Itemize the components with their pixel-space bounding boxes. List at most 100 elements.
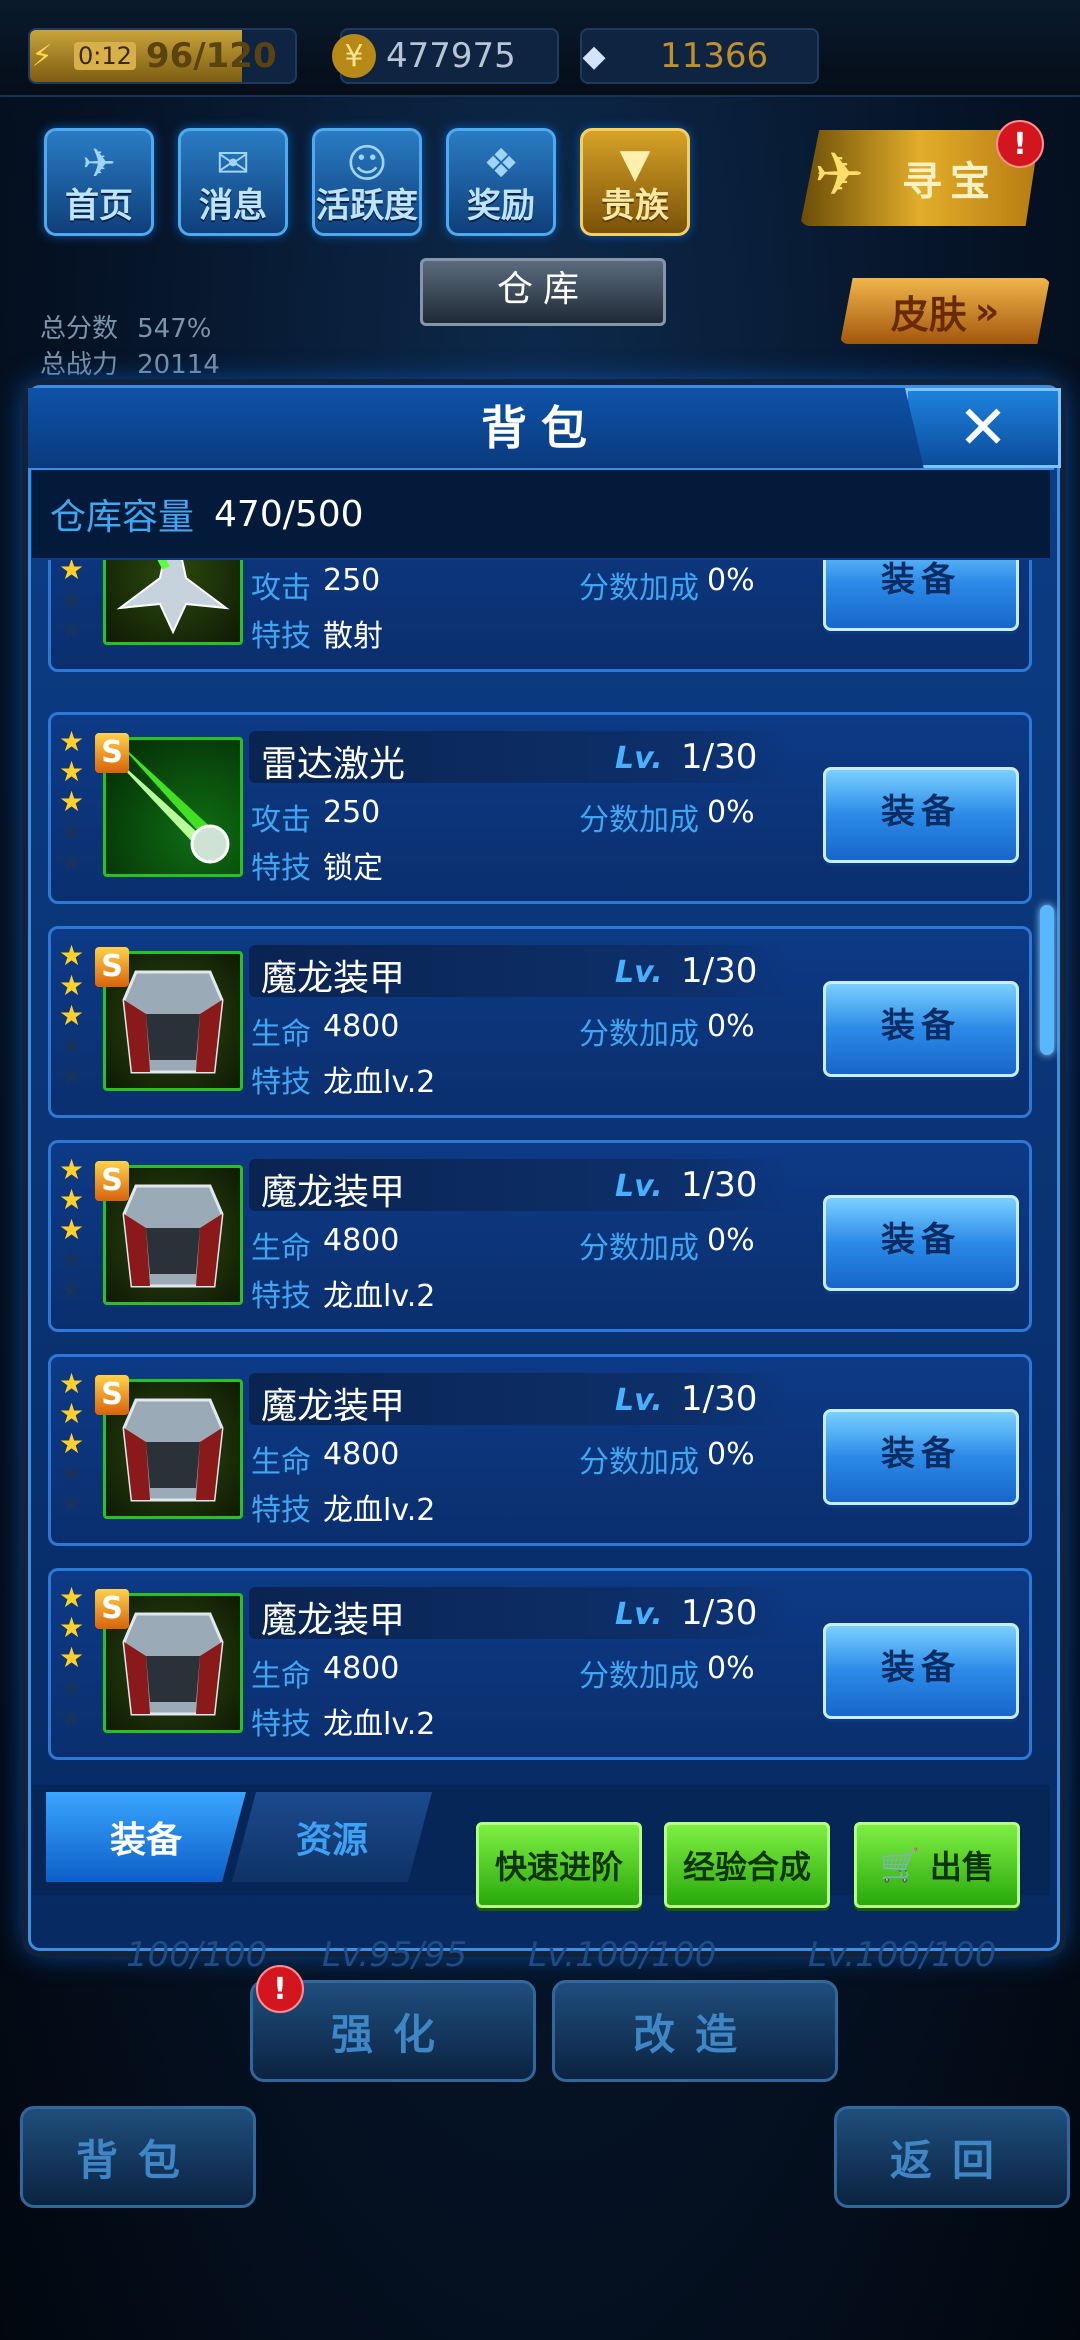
skill-label: 特技 — [251, 1065, 311, 1100]
skill-label: 特技 — [251, 1493, 311, 1528]
skill-label: 特技 — [251, 619, 311, 654]
nav-noble-button[interactable]: ▼ 贵族 — [580, 128, 690, 236]
star-icon: ★ — [59, 583, 85, 616]
tab-equipment[interactable]: 装备 — [46, 1792, 246, 1882]
equip-button[interactable]: 装备 — [823, 1623, 1019, 1719]
bg-level-4: Lv.100/100 — [808, 1935, 997, 1975]
equip-button[interactable]: 装备 — [823, 560, 1019, 631]
item-name: 雷达激光 — [261, 744, 406, 785]
diamond-icon: ◆ — [582, 38, 606, 74]
skill-value: 散射 — [323, 619, 383, 654]
total-power-label: 总战力 — [40, 350, 119, 380]
cart-icon: 🛒 — [880, 1846, 920, 1884]
star-rating: ★★★★★ — [59, 1155, 89, 1305]
star-rating: ★★★★★ — [59, 1583, 89, 1733]
bonus-value: 0% — [707, 563, 755, 598]
tab-resources[interactable]: 资源 — [232, 1792, 432, 1882]
level-value: 1/30 — [681, 1593, 758, 1633]
list-scrollbar[interactable] — [1040, 905, 1054, 1055]
level-label: Lv. — [615, 741, 663, 776]
bonus-value: 0% — [707, 795, 755, 830]
exp-synthesis-button[interactable]: 经验合成 — [664, 1822, 830, 1908]
close-button[interactable]: ✕ — [905, 388, 1061, 468]
bonus-label: 分数加成 — [579, 571, 699, 606]
stat-value: 4800 — [323, 1651, 400, 1686]
nav-home-button[interactable]: ✈ 首页 — [44, 128, 154, 236]
sell-label: 出售 — [929, 1848, 994, 1886]
equip-button[interactable]: 装备 — [823, 767, 1019, 863]
warehouse-tab[interactable]: 仓库 — [420, 258, 666, 326]
bonus-label: 分数加成 — [579, 1659, 699, 1694]
star-icon: ★ — [59, 939, 85, 972]
stat-label: 生命 — [251, 1231, 311, 1266]
item-card[interactable]: ★★★★★ S Lv. 攻击 250 分数加成 0% 特技 散射 装备 — [48, 560, 1032, 672]
stat-value: 250 — [323, 795, 381, 830]
bonus-value: 0% — [707, 1437, 755, 1472]
skill-value: 锁定 — [323, 851, 383, 886]
item-list[interactable]: ★★★★★ S Lv. 攻击 250 分数加成 0% 特技 散射 装备 ★★★★… — [40, 560, 1040, 1760]
bonus-label: 分数加成 — [579, 1231, 699, 1266]
item-name: 魔龙装甲 — [261, 1386, 406, 1427]
modal-title: 背包 — [28, 388, 1054, 470]
total-power-value: 20114 — [137, 350, 220, 380]
stat-label: 生命 — [251, 1445, 311, 1480]
gift-icon: ❖ — [483, 141, 519, 187]
skill-value: 龙血lv.2 — [323, 1065, 436, 1100]
equip-button[interactable]: 装备 — [823, 1195, 1019, 1291]
quick-advance-button[interactable]: 快速进阶 — [476, 1822, 642, 1908]
level-label: Lv. — [615, 1597, 663, 1632]
diamond-value: 11366 — [660, 36, 769, 76]
remake-button[interactable]: 改造 — [552, 1980, 838, 2082]
star-icon: ★ — [59, 560, 85, 586]
skill-value: 龙血lv.2 — [323, 1279, 436, 1314]
gold-coin-icon: ¥ — [332, 34, 376, 78]
equip-button[interactable]: 装备 — [823, 1409, 1019, 1505]
star-icon: ★ — [59, 969, 85, 1002]
star-icon: ★ — [59, 1243, 85, 1276]
item-name: 魔龙装甲 — [261, 1172, 406, 1213]
nav-activity-button[interactable]: ☺ 活跃度 — [312, 128, 422, 236]
diamond-counter[interactable]: ◆ 11366 — [580, 28, 819, 84]
item-card[interactable]: ★ ★ ★ ★ ★ S 魔龙装甲 Lv. 1/30 生命 4800 分数加成 0% 特技… — [48, 1568, 1032, 1760]
treasure-label: 寻宝 — [902, 159, 998, 205]
back-button[interactable]: 返回 — [834, 2106, 1070, 2208]
level-label: Lv. — [615, 955, 663, 990]
bg-level-1: 100/100 — [126, 1935, 268, 1975]
star-icon: ★ — [59, 1457, 85, 1490]
item-name: 魔龙装甲 — [261, 958, 406, 999]
stat-value: 4800 — [323, 1223, 400, 1258]
item-card[interactable]: ★ ★ ★ ★ ★ S 魔龙装甲 Lv. 1/30 生命 4800 分数加成 0% 特技… — [48, 1140, 1032, 1332]
star-icon: ★ — [59, 845, 85, 878]
equip-button[interactable]: 装备 — [823, 981, 1019, 1077]
stat-value: 4800 — [323, 1437, 400, 1472]
capacity-row: 仓库容量 470/500 — [32, 470, 1050, 558]
item-card[interactable]: ★ ★ ★ ★ ★ S 魔龙装甲 Lv. 1/30 生命 4800 分数加成 0% 特技… — [48, 1354, 1032, 1546]
skin-button[interactable]: 皮肤 » — [840, 278, 1050, 344]
level-value: 1/30 — [681, 951, 758, 991]
star-rating: ★★★★★ — [59, 941, 89, 1091]
star-icon: ★ — [59, 1701, 85, 1734]
item-card[interactable]: ★ ★ ★ ★ ★ S 魔龙装甲 Lv. 1/30 生命 4800 分数加成 0% 特技… — [48, 926, 1032, 1118]
star-icon: ★ — [59, 1183, 85, 1216]
gold-value: 477975 — [386, 36, 516, 76]
bag-button[interactable]: 背包 — [20, 2106, 256, 2208]
nav-rewards-button[interactable]: ❖ 奖励 — [446, 128, 556, 236]
nav-messages-button[interactable]: ✉ 消息 — [178, 128, 288, 236]
star-icon: ★ — [59, 1273, 85, 1306]
stat-label: 攻击 — [251, 571, 311, 606]
sell-button[interactable]: 🛒 出售 — [854, 1822, 1020, 1908]
rank-badge: S — [95, 1375, 129, 1415]
star-icon: ★ — [59, 815, 85, 848]
rank-badge: S — [95, 733, 129, 773]
item-card[interactable]: ★ ★ ★ ★ ★ S 雷达激光 Lv. 1/30 攻击 250 分数加成 0% 特技 … — [48, 712, 1032, 904]
energy-counter[interactable]: ⚡ 0:12 96/120 — [28, 28, 297, 84]
level-label: Lv. — [615, 1169, 663, 1204]
skill-value: 龙血lv.2 — [323, 1493, 436, 1528]
bonus-value: 0% — [707, 1651, 755, 1686]
fighter-jet-icon: ✈ — [82, 141, 116, 187]
capacity-label: 仓库容量 — [50, 497, 195, 538]
star-icon: ★ — [59, 1059, 85, 1092]
total-score-row: 总分数 547% — [40, 308, 211, 345]
star-rating: ★★★★★ — [59, 560, 89, 645]
gold-counter[interactable]: ¥ 477975 — [332, 28, 559, 84]
